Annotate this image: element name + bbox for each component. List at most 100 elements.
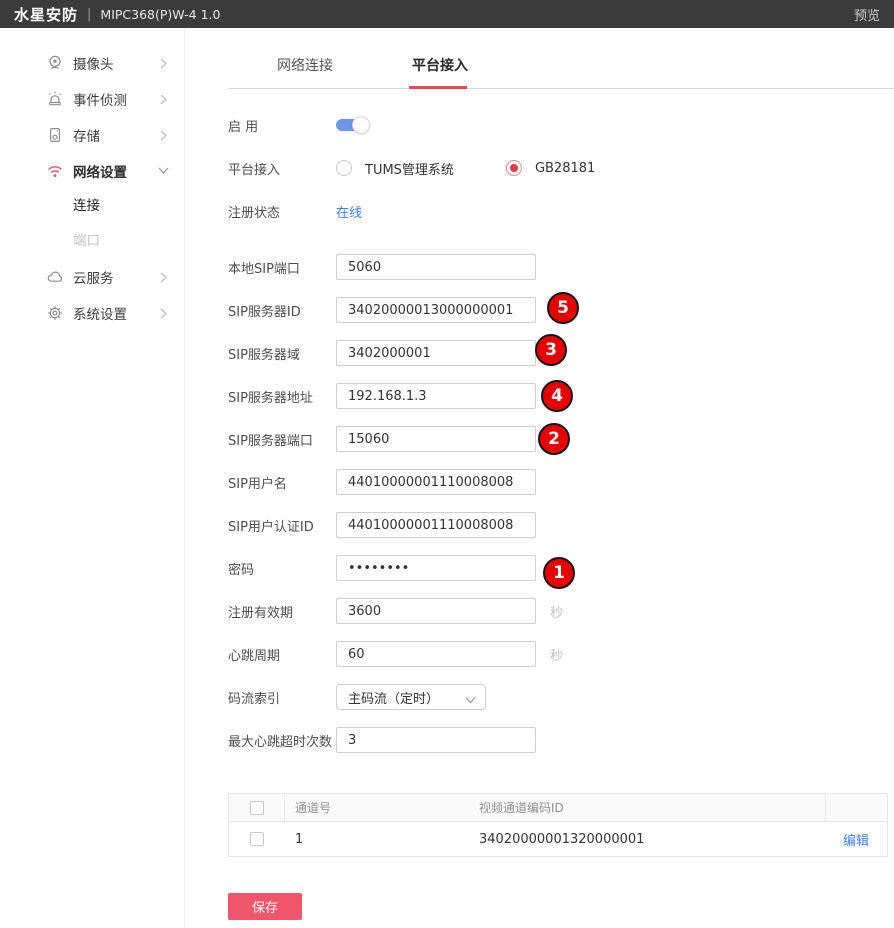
alarm-icon	[46, 90, 64, 108]
heartbeat-period-input[interactable]	[336, 641, 536, 667]
platform-access-label: 平台接入	[228, 159, 336, 178]
field-label: 本地SIP端口	[228, 258, 336, 277]
sip-server-domain-input[interactable]	[336, 340, 536, 366]
registration-validity-row: 注册有效期 秒	[228, 598, 894, 624]
radio-option-gb28181[interactable]: GB28181	[506, 160, 595, 176]
chevron-right-icon	[160, 308, 168, 318]
action-header	[825, 794, 887, 821]
tab-network-connection[interactable]: 网络连接	[277, 55, 333, 75]
edit-link[interactable]: 编辑	[843, 830, 869, 849]
radio-icon	[336, 160, 352, 176]
storage-icon	[46, 126, 64, 144]
field-label: 码流索引	[228, 688, 336, 707]
field-label: 密码	[228, 559, 336, 578]
field-label: SIP服务器域	[228, 344, 336, 363]
table-header-row: 通道号 视频通道编码ID	[229, 794, 887, 822]
enable-toggle[interactable]	[336, 116, 370, 134]
heartbeat-period-row: 心跳周期 秒	[228, 641, 894, 667]
sidebar-item-label: 事件侦测	[73, 89, 160, 109]
sip-server-port-row: SIP服务器端口 2	[228, 426, 894, 452]
max-heartbeat-timeout-input[interactable]	[336, 727, 536, 753]
tab-platform-access[interactable]: 平台接入	[412, 55, 468, 75]
platform-access-row: 平台接入 TUMS管理系统 GB28181	[228, 155, 894, 181]
toggle-knob	[352, 116, 370, 134]
logo-divider: |	[87, 7, 91, 22]
chevron-right-icon	[160, 94, 168, 104]
stream-index-select[interactable]: 主码流（定时）	[336, 684, 486, 710]
sip-username-input[interactable]	[336, 469, 536, 495]
platform-radio-group: TUMS管理系统 GB28181	[336, 159, 647, 178]
password-input[interactable]	[336, 555, 536, 581]
preview-link[interactable]: 预览	[854, 5, 880, 24]
chevron-down-icon	[465, 693, 476, 708]
field-label: SIP服务器地址	[228, 387, 336, 406]
sip-server-address-row: SIP服务器地址 4	[228, 383, 894, 409]
sip-auth-id-row: SIP用户认证ID	[228, 512, 894, 538]
local-sip-port-input[interactable]	[336, 254, 536, 280]
field-label: SIP服务器ID	[228, 301, 336, 320]
save-button[interactable]: 保存	[228, 893, 302, 920]
field-label: 最大心跳超时次数	[228, 731, 336, 750]
sidebar-item-label: 存储	[73, 125, 160, 145]
field-label: SIP用户名	[228, 473, 336, 492]
annotation-badge-5: 5	[547, 292, 579, 324]
sidebar-item-label: 网络设置	[73, 161, 160, 181]
main-panel: 网络连接 平台接入 启 用 平台接入 TUMS管理系统	[185, 28, 894, 928]
local-sip-port-row: 本地SIP端口	[228, 254, 894, 280]
sidebar-item-event-detection[interactable]: 事件侦测	[0, 81, 184, 117]
field-label: SIP服务器端口	[228, 430, 336, 449]
enable-label: 启 用	[228, 116, 336, 135]
sip-auth-id-input[interactable]	[336, 512, 536, 538]
stream-index-value: 主码流（定时）	[348, 688, 439, 707]
annotation-badge-4: 4	[541, 380, 573, 412]
sip-server-port-input[interactable]	[336, 426, 536, 452]
active-tab-underline	[409, 86, 467, 89]
field-label: 心跳周期	[228, 645, 336, 664]
sidebar-subitem-connection[interactable]: 连接	[0, 189, 184, 224]
sidebar-item-network-settings[interactable]: 网络设置	[0, 153, 184, 189]
table-row: 1 34020000001320000001 编辑	[229, 822, 887, 856]
registration-status-row: 注册状态 在线	[228, 198, 894, 224]
brand-logo: 水星安防	[14, 4, 78, 25]
gear-icon	[46, 304, 64, 322]
radio-label: TUMS管理系统	[365, 159, 454, 178]
max-heartbeat-timeout-row: 最大心跳超时次数	[228, 727, 894, 753]
sidebar-item-label: 系统设置	[73, 303, 160, 323]
sidebar-item-storage[interactable]: 存储	[0, 117, 184, 153]
chevron-right-icon	[160, 272, 168, 282]
sidebar-item-label: 云服务	[73, 267, 160, 287]
video-channel-id-cell: 34020000001320000001	[471, 832, 825, 847]
sidebar-item-label: 摄像头	[73, 53, 160, 73]
annotation-badge-1: 1	[543, 557, 575, 589]
field-label: SIP用户认证ID	[228, 516, 336, 535]
annotation-badge-2: 2	[538, 423, 570, 455]
sip-server-id-row: SIP服务器ID 5	[228, 297, 894, 323]
stream-index-row: 码流索引 主码流（定时）	[228, 684, 894, 710]
sip-server-id-input[interactable]	[336, 297, 536, 323]
enable-row: 启 用	[228, 112, 894, 138]
seconds-suffix: 秒	[550, 602, 563, 621]
select-all-checkbox[interactable]	[250, 801, 264, 815]
sidebar-item-system-settings[interactable]: 系统设置	[0, 295, 184, 331]
platform-access-form: 启 用 平台接入 TUMS管理系统 GB28181	[185, 89, 894, 920]
chevron-right-icon	[160, 58, 168, 68]
tab-bar: 网络连接 平台接入	[185, 28, 894, 89]
chevron-right-icon	[160, 130, 168, 140]
registration-status-value: 在线	[336, 202, 362, 221]
sidebar-item-cloud-service[interactable]: 云服务	[0, 259, 184, 295]
radio-label: GB28181	[535, 161, 595, 176]
sidebar-subitem-port[interactable]: 端口	[0, 224, 184, 259]
tab-divider	[228, 88, 894, 89]
registration-validity-input[interactable]	[336, 598, 536, 624]
sip-server-address-input[interactable]	[336, 383, 536, 409]
chevron-down-icon	[159, 167, 169, 175]
wifi-icon	[46, 162, 64, 180]
field-label: 注册有效期	[228, 602, 336, 621]
radio-option-tums[interactable]: TUMS管理系统	[336, 159, 454, 178]
channel-table: 通道号 视频通道编码ID 1 34020000001320000001 编辑	[228, 793, 888, 857]
radio-selected-icon	[506, 160, 522, 176]
sidebar-item-camera[interactable]: 摄像头	[0, 45, 184, 81]
channel-number-cell: 1	[285, 832, 471, 847]
row-checkbox[interactable]	[250, 832, 264, 846]
cloud-icon	[46, 268, 64, 286]
